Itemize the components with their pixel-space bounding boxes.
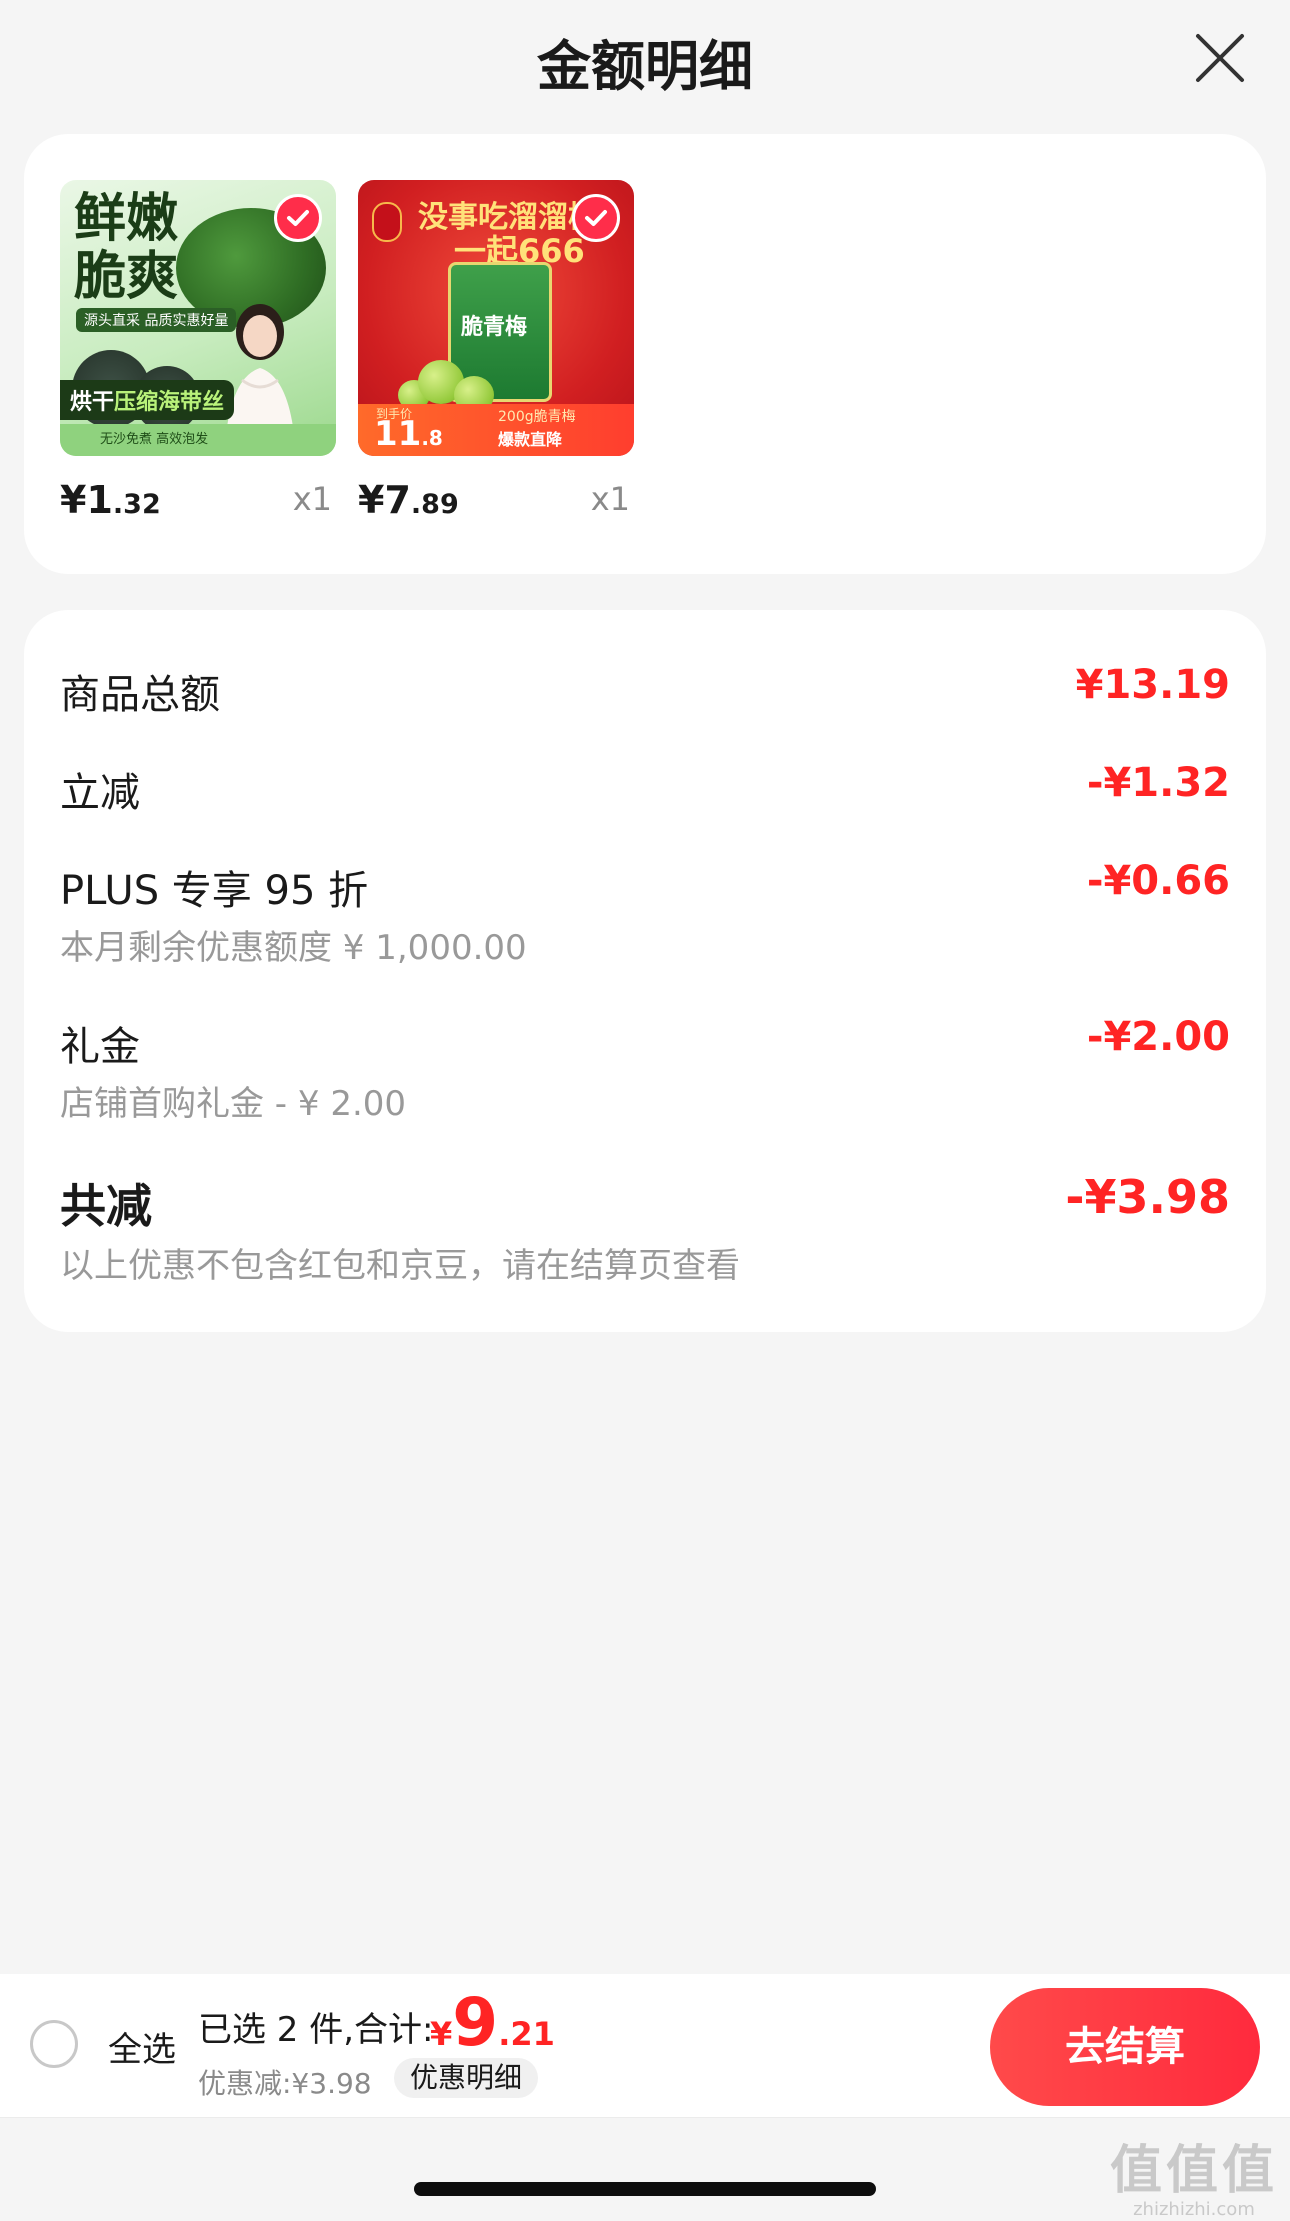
image-footer: 无沙免煮 高效泡发 xyxy=(60,424,336,456)
product-price: ¥7.89 xyxy=(358,478,459,522)
product-image[interactable]: 鲜嫩 脆爽 源头直采 品质实惠好量 烘干压缩海带丝 无沙免煮 高效泡发 xyxy=(60,180,336,456)
product-image[interactable]: 没事吃溜溜梅 一起666 脆青梅 到手价 11.8 200g脆青梅 爆款直降 xyxy=(358,180,634,456)
product-price-row: ¥1.32 x1 xyxy=(60,472,336,532)
discount-detail-button[interactable]: 优惠明细 xyxy=(394,2058,539,2098)
total-price: ¥9.21 xyxy=(430,1984,555,2061)
checkout-button[interactable]: 去结算 xyxy=(990,1988,1260,2106)
image-note: 爆款直降 xyxy=(498,430,563,449)
select-all-label[interactable]: 全选 xyxy=(108,2022,176,2071)
plus-discount-value: -¥0.66 xyxy=(1086,858,1230,904)
header: 金额明细 xyxy=(0,0,1290,120)
watermark-url: zhizhizhi.com xyxy=(1133,2199,1255,2220)
product-quantity: x1 xyxy=(590,480,630,518)
watermark-logo: 值值值 xyxy=(1109,2141,1278,2201)
close-icon xyxy=(1196,34,1244,82)
selected-count-text: 已选 2 件,合计: xyxy=(198,2010,434,2050)
product-price: ¥1.32 xyxy=(60,478,161,522)
goods-total-row: 商品总额 ¥13.19 xyxy=(60,662,1230,722)
product-item[interactable]: 鲜嫩 脆爽 源头直采 品质实惠好量 烘干压缩海带丝 无沙免煮 高效泡发 ¥1.3… xyxy=(60,180,336,532)
image-price: 11.8 xyxy=(374,414,443,454)
amount-summary-card: 商品总额 ¥13.19 立减 -¥1.32 PLUS 专享 95 折 -¥0.6… xyxy=(24,610,1266,1332)
watermark: 值值值 zhizhizhi.com xyxy=(1110,2143,1278,2221)
total-discount-label: 共减 xyxy=(60,1179,152,1233)
product-checkbox[interactable] xyxy=(274,194,322,242)
total-discount-note: 以上优惠不包含红包和京豆，请在结算页查看 xyxy=(60,1246,740,1286)
select-all-radio[interactable] xyxy=(30,2020,78,2068)
plus-discount-row: PLUS 专享 95 折 -¥0.66 本月剩余优惠额度 ¥ 1,000.00 xyxy=(60,858,1230,968)
product-list-card: 鲜嫩 脆爽 源头直采 品质实惠好量 烘干压缩海带丝 无沙免煮 高效泡发 ¥1.3… xyxy=(24,134,1266,574)
image-headline: 鲜嫩 脆爽 xyxy=(74,189,179,307)
gift-money-label: 礼金 xyxy=(60,1024,140,1070)
checkout-bar: 全选 已选 2 件,合计: ¥9.21 优惠减:¥3.98 优惠明细 去结算 xyxy=(0,1974,1290,2118)
page-title: 金额明细 xyxy=(537,35,753,98)
close-button[interactable] xyxy=(1190,28,1250,88)
package-name: 脆青梅 xyxy=(461,315,528,340)
goods-total-value: ¥13.19 xyxy=(1075,662,1230,708)
gift-money-row: 礼金 -¥2.00 店铺首购礼金 - ¥ 2.00 xyxy=(60,1014,1230,1124)
discount-summary-text: 优惠减:¥3.98 xyxy=(198,2067,372,2100)
plus-quota-note: 本月剩余优惠额度 ¥ 1,000.00 xyxy=(60,928,527,968)
product-item[interactable]: 没事吃溜溜梅 一起666 脆青梅 到手价 11.8 200g脆青梅 爆款直降 ¥… xyxy=(358,180,634,532)
image-note: 200g脆青梅 xyxy=(498,409,576,425)
product-checkbox[interactable] xyxy=(572,194,620,242)
product-quantity: x1 xyxy=(292,480,332,518)
checkmark-icon xyxy=(585,210,607,226)
instant-discount-row: 立减 -¥1.32 xyxy=(60,760,1230,820)
instant-discount-value: -¥1.32 xyxy=(1086,760,1230,806)
total-discount-value: -¥3.98 xyxy=(1065,1170,1230,1224)
image-banner: 烘干压缩海带丝 xyxy=(60,380,235,420)
checkmark-icon xyxy=(287,210,309,226)
instant-discount-label: 立减 xyxy=(60,770,140,816)
product-price-row: ¥7.89 x1 xyxy=(358,472,634,532)
total-discount-row: 共减 -¥3.98 以上优惠不包含红包和京豆，请在结算页查看 xyxy=(60,1170,1230,1290)
goods-total-label: 商品总额 xyxy=(60,672,220,718)
gift-money-value: -¥2.00 xyxy=(1086,1014,1230,1060)
lantern-graphic xyxy=(372,202,402,242)
plus-discount-label: PLUS 专享 95 折 xyxy=(60,868,369,914)
home-indicator xyxy=(414,2182,876,2196)
gift-money-note: 店铺首购礼金 - ¥ 2.00 xyxy=(60,1084,407,1124)
